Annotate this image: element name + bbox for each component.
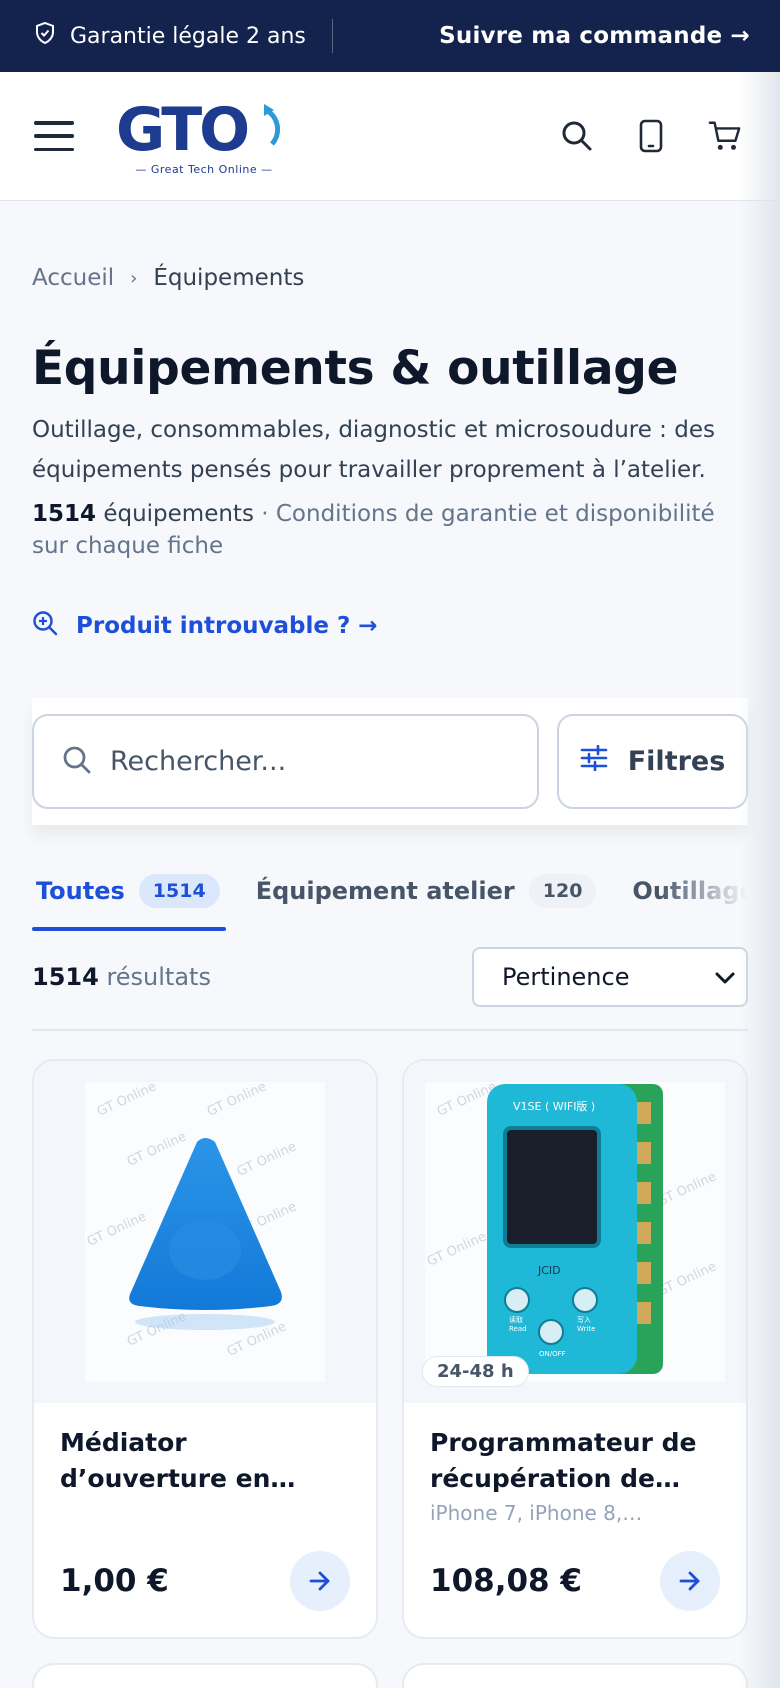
tab-workshop-equipment[interactable]: Équipement atelier 120: [256, 874, 597, 908]
active-tab-indicator: [32, 927, 226, 931]
product-image: GT Online GT Online GT Online GT Online …: [85, 1082, 325, 1382]
svg-text:读取: 读取: [509, 1315, 523, 1324]
results-count: 1514 résultats: [32, 963, 211, 991]
guarantee-info: Garantie légale 2 ans: [34, 21, 306, 51]
tabs-fade: [658, 855, 748, 927]
product-compatibility: [60, 1501, 350, 1529]
logo-mark: GTO: [116, 95, 281, 165]
results-count-value: 1514: [32, 963, 99, 991]
results-toolbar: 1514 résultats Pertinence: [32, 947, 748, 1031]
svg-text:V1SE ( WIFI版 ): V1SE ( WIFI版 ): [513, 1099, 595, 1113]
product-compatibility: iPhone 7, iPhone 8,…: [430, 1501, 643, 1525]
logo-tagline: — Great Tech Online —: [135, 163, 273, 176]
pry-tool-illustration: [129, 1138, 282, 1330]
site-logo[interactable]: GTO — Great Tech Online —: [116, 95, 292, 176]
guarantee-text: Garantie légale 2 ans: [70, 23, 306, 49]
equipment-count-value: 1514: [32, 501, 97, 527]
zoom-in-icon: [32, 610, 58, 642]
product-image: GT Online GT Online GT Online GT Online …: [425, 1082, 725, 1382]
arrow-right-icon[interactable]: [290, 1551, 350, 1611]
tab-all[interactable]: Toutes 1514: [36, 874, 220, 908]
page-title: Équipements & outillage: [32, 341, 679, 396]
product-not-found-label: Produit introuvable ? →: [76, 613, 378, 639]
product-image-area: GT Online GT Online GT Online GT Online …: [34, 1061, 376, 1403]
product-card-partial[interactable]: [402, 1663, 748, 1688]
filters-button[interactable]: Filtres: [557, 714, 748, 809]
sort-value: Pertinence: [502, 963, 630, 991]
tab-label: Équipement atelier: [255, 877, 515, 905]
topbar-divider: [331, 19, 333, 53]
search-icon[interactable]: [560, 119, 594, 153]
track-order-link[interactable]: Suivre ma commande →: [439, 23, 750, 49]
sliders-icon: [580, 744, 608, 778]
product-card[interactable]: GT Online GT Online GT Online GT Online …: [32, 1059, 378, 1639]
programmer-device-illustration: V1SE ( WIFI版 ) JCID 读取 Read 写入 Write ON/…: [487, 1084, 663, 1374]
equipment-count-label: équipements: [103, 501, 254, 527]
phone-icon[interactable]: [634, 119, 668, 153]
svg-text:ON/OFF: ON/OFF: [539, 1350, 566, 1358]
breadcrumb-home[interactable]: Accueil: [32, 265, 114, 291]
next-product-row: [32, 1663, 748, 1688]
search-input[interactable]: [110, 746, 510, 777]
tab-label: Toutes: [36, 877, 125, 905]
svg-text:Read: Read: [509, 1325, 527, 1333]
breadcrumb: Accueil › Équipements: [32, 265, 748, 291]
product-card[interactable]: GT Online GT Online GT Online GT Online …: [402, 1059, 748, 1639]
delivery-badge: 24-48 h: [422, 1356, 529, 1387]
equipment-count: 1514 équipements · Conditions de garanti…: [32, 498, 748, 562]
arrow-right-icon[interactable]: [660, 1551, 720, 1611]
product-grid: GT Online GT Online GT Online GT Online …: [32, 1059, 748, 1639]
product-not-found-link[interactable]: Produit introuvable ? →: [32, 610, 748, 642]
product-price: 108,08 €: [430, 1563, 582, 1599]
search-icon: [62, 745, 92, 779]
page-description: Outillage, consommables, diagnostic et m…: [32, 417, 715, 483]
shield-check-icon: [34, 21, 56, 51]
product-name[interactable]: Programmateur de récupération de…: [430, 1425, 720, 1497]
product-image-area: GT Online GT Online GT Online GT Online …: [404, 1061, 746, 1403]
svg-text:写入: 写入: [577, 1316, 591, 1324]
svg-text:GTO: GTO: [116, 96, 247, 158]
svg-text:JCID: JCID: [537, 1264, 561, 1277]
chevron-down-icon: [714, 963, 736, 991]
search-toolbar: Filtres: [32, 698, 748, 825]
results-count-label: résultats: [106, 963, 211, 991]
filters-label: Filtres: [627, 746, 726, 777]
search-field[interactable]: [32, 714, 540, 809]
category-tabs: Toutes 1514 Équipement atelier 120 Outil…: [32, 855, 748, 931]
chevron-right-icon: ›: [130, 267, 138, 289]
site-header: GTO — Great Tech Online —: [0, 72, 780, 201]
cart-icon[interactable]: [708, 119, 742, 153]
product-price: 1,00 €: [60, 1563, 169, 1599]
menu-icon[interactable]: [34, 121, 74, 151]
product-card-partial[interactable]: [32, 1663, 378, 1688]
sort-select[interactable]: Pertinence: [472, 947, 748, 1007]
tab-count-badge: 1514: [138, 874, 220, 908]
top-banner: Garantie légale 2 ans Suivre ma commande…: [0, 0, 780, 72]
tab-count-badge: 120: [528, 874, 597, 908]
breadcrumb-current: Équipements: [153, 265, 305, 291]
svg-text:Write: Write: [577, 1325, 595, 1333]
product-name[interactable]: Médiator d’ouverture en…: [60, 1425, 350, 1497]
